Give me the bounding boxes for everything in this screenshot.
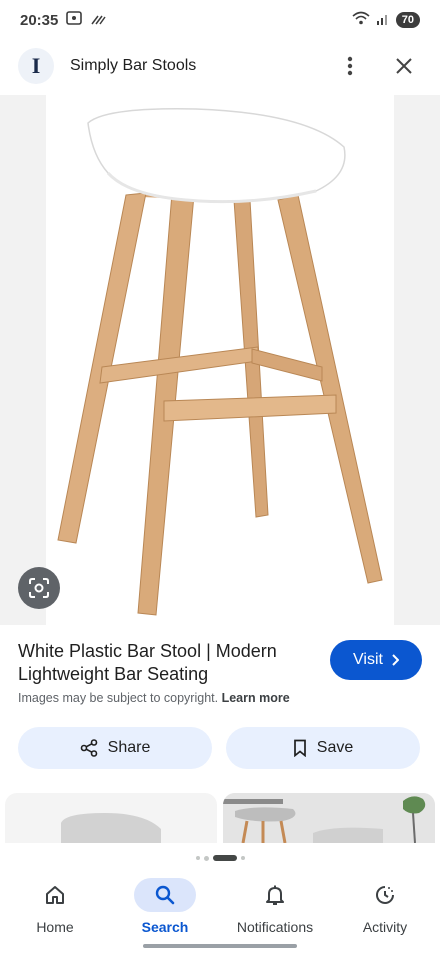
related-image-2[interactable] bbox=[223, 793, 435, 843]
nav-home-label: Home bbox=[36, 919, 74, 935]
search-icon bbox=[134, 878, 196, 912]
more-options-button[interactable] bbox=[332, 48, 368, 84]
related-image-1[interactable] bbox=[5, 793, 217, 843]
product-image[interactable] bbox=[46, 95, 394, 625]
nav-notifications-label: Notifications bbox=[236, 919, 314, 935]
lens-icon bbox=[29, 578, 49, 598]
chevron-right-icon bbox=[392, 654, 399, 666]
nav-search[interactable]: Search bbox=[110, 868, 220, 935]
related-room-thumbnail bbox=[223, 793, 435, 843]
site-header: I Simply Bar Stools bbox=[0, 40, 440, 92]
visit-button[interactable]: Visit bbox=[330, 640, 422, 680]
nav-notifications[interactable]: Notifications bbox=[220, 868, 330, 935]
carousel-dot bbox=[195, 856, 200, 860]
wifi-icon bbox=[352, 11, 370, 29]
carousel-dot bbox=[203, 855, 209, 861]
carousel-indicator bbox=[0, 853, 440, 863]
visit-label: Visit bbox=[353, 651, 383, 668]
bookmark-icon bbox=[293, 739, 306, 757]
site-logo: I bbox=[18, 48, 54, 84]
bar-stool-illustration bbox=[57, 108, 383, 616]
copyright-notice: Images may be subject to copyright. Lear… bbox=[18, 691, 290, 705]
share-button[interactable]: Share bbox=[18, 727, 212, 769]
bell-icon bbox=[244, 878, 306, 912]
carousel-dot bbox=[240, 856, 245, 860]
share-label: Share bbox=[107, 739, 151, 756]
gesture-bar bbox=[143, 944, 297, 948]
nav-activity[interactable]: Activity bbox=[330, 868, 440, 935]
product-image-area[interactable] bbox=[0, 95, 440, 625]
save-button[interactable]: Save bbox=[226, 727, 420, 769]
close-button[interactable] bbox=[386, 48, 422, 84]
more-vert-icon bbox=[347, 56, 353, 76]
related-stool-thumbnail bbox=[61, 813, 161, 843]
copyright-text: Images may be subject to copyright. bbox=[18, 691, 219, 705]
battery-indicator: 70 bbox=[395, 12, 420, 28]
activity-icon bbox=[354, 878, 416, 912]
nav-home[interactable]: Home bbox=[0, 868, 110, 935]
nav-search-label: Search bbox=[141, 919, 189, 935]
screenshot-icon bbox=[66, 11, 83, 29]
carousel-dot-active bbox=[212, 855, 237, 861]
product-title[interactable]: White Plastic Bar Stool | Modern Lightwe… bbox=[18, 640, 308, 686]
signal-status-icon bbox=[90, 12, 106, 29]
lens-search-button[interactable] bbox=[18, 567, 60, 609]
learn-more-link[interactable]: Learn more bbox=[222, 691, 290, 705]
nav-activity-label: Activity bbox=[362, 919, 408, 935]
home-icon bbox=[24, 878, 86, 912]
save-label: Save bbox=[316, 739, 354, 756]
bottom-navigation: Home Search Notifications Activity bbox=[0, 868, 440, 955]
status-bar: 20:35 70 bbox=[0, 0, 440, 40]
close-icon bbox=[396, 58, 412, 74]
status-time: 20:35 bbox=[20, 11, 59, 29]
site-name[interactable]: Simply Bar Stools bbox=[70, 57, 332, 75]
cell-signal-icon bbox=[376, 12, 390, 29]
share-icon bbox=[80, 739, 97, 757]
